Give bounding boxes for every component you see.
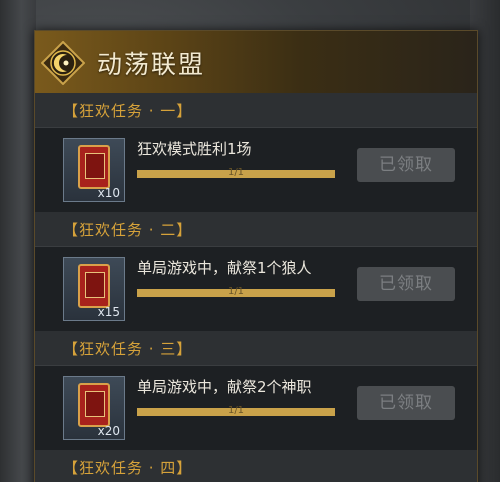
task-row: x15 单局游戏中，献祭1个狼人 1/1 已领取 [35,246,477,332]
section-header: 【狂欢任务 · 三】 [35,331,477,365]
task-description: 单局游戏中，献祭1个狼人 [137,259,312,277]
claimed-button[interactable]: 已领取 [357,148,455,182]
reward-item[interactable]: x10 [63,138,125,202]
panel-header: 动荡联盟 [35,31,477,94]
reward-card-icon [78,264,110,308]
reward-item[interactable]: x20 [63,376,125,440]
reward-item[interactable]: x15 [63,257,125,321]
crescent-moon-emblem-icon [41,41,85,85]
claimed-button[interactable]: 已领取 [357,386,455,420]
section-header: 【狂欢任务 · 四】 [35,450,477,482]
game-screen: 动荡联盟 【狂欢任务 · 一】 x10 狂欢模式胜利1场 1/1 已领取 【狂欢… [0,0,500,482]
reward-quantity: x20 [97,424,120,438]
progress-bar: 1/1 [137,286,335,297]
section-label: 【狂欢任务 · 二】 [63,221,193,239]
claimed-button[interactable]: 已领取 [357,267,455,301]
task-row: x10 狂欢模式胜利1场 1/1 已领取 [35,127,477,213]
task-panel: 动荡联盟 【狂欢任务 · 一】 x10 狂欢模式胜利1场 1/1 已领取 【狂欢… [34,30,478,482]
reward-quantity: x15 [97,305,120,319]
reward-card-icon [78,145,110,189]
section-header: 【狂欢任务 · 二】 [35,212,477,246]
background-left [0,0,36,482]
progress-bar: 1/1 [137,405,335,416]
task-row: x20 单局游戏中，献祭2个神职 1/1 已领取 [35,365,477,451]
task-description: 狂欢模式胜利1场 [137,140,252,158]
section-label: 【狂欢任务 · 三】 [63,340,193,358]
section-label: 【狂欢任务 · 一】 [63,102,193,120]
section-header: 【狂欢任务 · 一】 [35,93,477,127]
task-description: 单局游戏中，献祭2个神职 [137,378,312,396]
section-label: 【狂欢任务 · 四】 [63,459,193,477]
reward-quantity: x10 [97,186,120,200]
reward-card-icon [78,383,110,427]
progress-text: 1/1 [227,286,245,297]
progress-text: 1/1 [227,405,245,416]
progress-bar: 1/1 [137,167,335,178]
panel-title: 动荡联盟 [97,50,206,79]
progress-text: 1/1 [227,167,245,178]
